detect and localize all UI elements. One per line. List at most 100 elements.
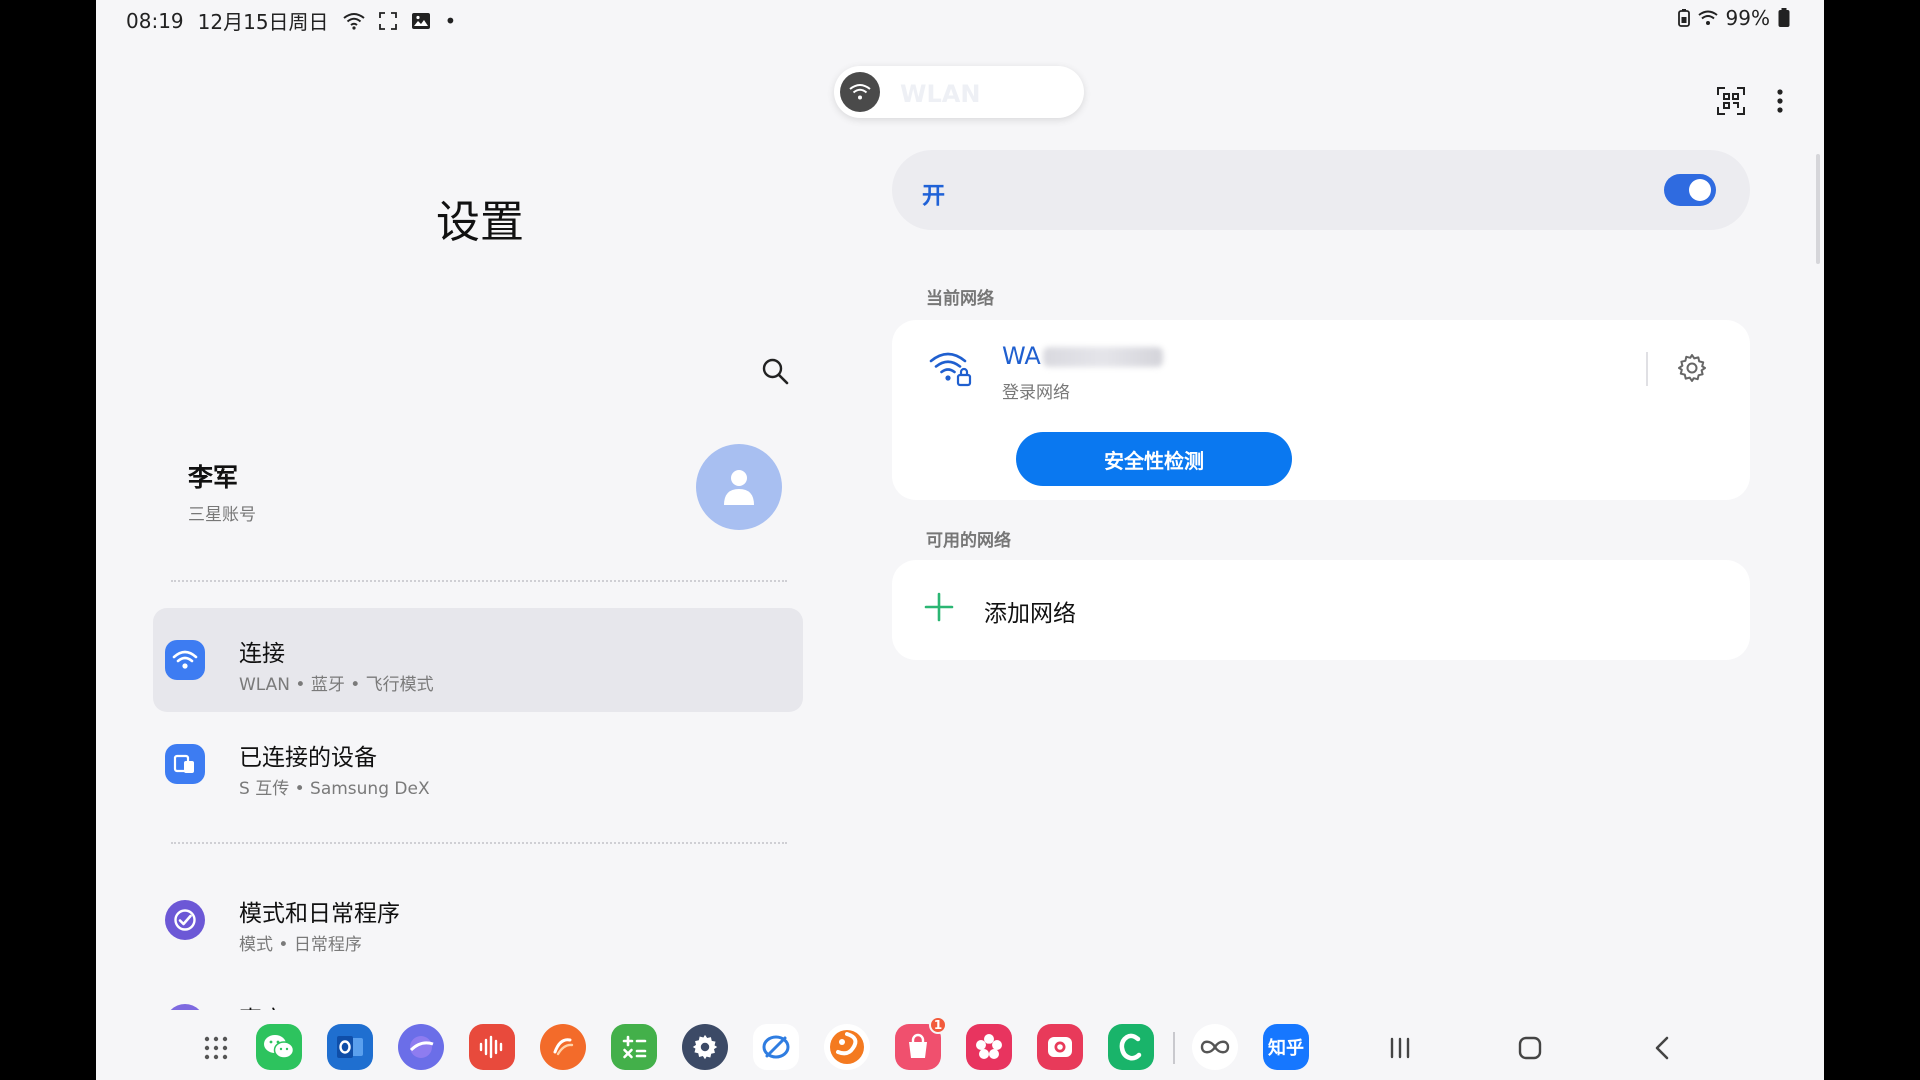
image-icon — [411, 12, 431, 30]
search-icon — [762, 358, 789, 385]
menu-item-title: 模式和日常程序 — [239, 901, 400, 927]
network-settings-button[interactable] — [1676, 352, 1708, 388]
home-icon — [1518, 1036, 1542, 1060]
network-name-redacted — [1042, 347, 1163, 367]
menu-item-modes-routines[interactable]: 模式和日常程序 模式 • 日常程序 — [153, 868, 803, 972]
taskbar: 1 知乎 — [96, 1010, 1824, 1080]
avatar[interactable] — [696, 444, 782, 530]
modes-check-icon — [165, 900, 205, 940]
connected-devices-icon — [165, 744, 205, 784]
camera-icon — [1048, 1037, 1072, 1057]
wifi-lock-icon — [928, 348, 972, 392]
gear-icon — [1678, 354, 1706, 382]
infinity-app[interactable] — [1192, 1024, 1238, 1070]
menu-item-subtitle: S 互传 • Samsung DeX — [239, 779, 430, 799]
status-bar: 08:19 12月15日周日 • 99% — [96, 0, 1824, 36]
zhihu-app[interactable]: 知乎 — [1263, 1024, 1309, 1070]
wlan-title-chip: WLAN — [834, 66, 1084, 118]
notification-badge: 1 — [929, 1016, 947, 1034]
current-network-label: 当前网络 — [926, 289, 994, 309]
green-c-app[interactable] — [1108, 1024, 1154, 1070]
orange-app-icon — [553, 1038, 574, 1056]
c-app-icon — [1119, 1033, 1142, 1061]
back-button[interactable] — [1642, 1028, 1682, 1068]
top-actions — [1716, 86, 1784, 120]
search-button[interactable] — [758, 354, 792, 388]
zhihu-icon: 知乎 — [1268, 1038, 1304, 1059]
wlan-toggle[interactable] — [1664, 174, 1716, 206]
menu-item-connected-devices[interactable]: 已连接的设备 S 互传 • Samsung DeX — [153, 712, 803, 816]
available-networks-label: 可用的网络 — [926, 531, 1011, 551]
menu-item-sound[interactable]: 声音 — [153, 996, 803, 1010]
store-bag-icon — [909, 1033, 927, 1058]
menu-item-subtitle: 模式 • 日常程序 — [239, 935, 362, 955]
add-network-button[interactable]: 添加网络 — [892, 560, 1750, 660]
settings-app[interactable] — [682, 1024, 728, 1070]
ring-app-icon — [762, 1035, 790, 1059]
status-time: 08:19 — [126, 8, 184, 33]
wifi-icon — [840, 72, 880, 112]
battery-icon — [1778, 8, 1790, 28]
wlan-chip-label: WLAN — [900, 80, 981, 108]
dock-divider — [1173, 1032, 1175, 1064]
wifi-question-icon — [342, 12, 365, 30]
divider — [171, 580, 787, 582]
gallery-app[interactable] — [966, 1024, 1012, 1070]
account-subtitle: 三星账号 — [188, 505, 256, 525]
wechat-app[interactable] — [256, 1024, 302, 1070]
calculator-app[interactable] — [611, 1024, 657, 1070]
menu-item-title: 连接 — [239, 641, 285, 667]
recorder-icon — [479, 1035, 503, 1059]
account-name: 李军 — [188, 463, 239, 492]
scrollbar[interactable] — [1816, 154, 1820, 264]
settings-gear-icon — [692, 1034, 718, 1060]
recents-icon — [1390, 1037, 1410, 1059]
person-icon — [724, 470, 754, 505]
menu-item-connections[interactable]: 连接 WLAN • 蓝牙 • 飞行模式 — [153, 608, 803, 712]
back-chevron-icon — [1655, 1036, 1669, 1060]
current-network-name[interactable]: WA — [1002, 342, 1163, 370]
qr-scan-icon — [1717, 87, 1745, 115]
home-button[interactable] — [1510, 1028, 1550, 1068]
infinity-icon — [1200, 1040, 1230, 1054]
galaxy-store-app[interactable]: 1 — [895, 1016, 947, 1070]
gallery-flower-icon — [976, 1034, 1002, 1059]
more-options-button[interactable] — [1776, 88, 1784, 118]
wifi-icon — [165, 640, 205, 680]
screen: 08:19 12月15日周日 • 99% 设置 李军 三星账号 连接 WLAN … — [96, 0, 1824, 1080]
status-dot: • — [444, 8, 457, 33]
status-date: 12月15日周日 — [197, 10, 329, 34]
browser-icon — [409, 1036, 434, 1058]
security-check-button[interactable]: 安全性检测 — [1016, 432, 1292, 486]
menu-item-title: 已连接的设备 — [239, 745, 377, 771]
battery-saver-icon — [1677, 9, 1690, 27]
more-vertical-icon — [1777, 89, 1783, 113]
plus-icon — [922, 590, 956, 628]
app-drawer-button[interactable] — [196, 1028, 236, 1068]
add-network-label: 添加网络 — [984, 601, 1076, 627]
menu-item-title: 声音 — [239, 1000, 285, 1010]
camera-app[interactable] — [1037, 1024, 1083, 1070]
network-name-visible: WA — [1002, 342, 1041, 370]
outlook-app[interactable] — [327, 1024, 373, 1070]
recent-apps-button[interactable] — [1380, 1028, 1420, 1068]
menu-item-subtitle: WLAN • 蓝牙 • 飞行模式 — [239, 675, 434, 695]
orange-app[interactable] — [540, 1024, 586, 1070]
internet-app[interactable] — [398, 1024, 444, 1070]
outlook-icon — [337, 1036, 363, 1058]
voice-recorder-app[interactable] — [469, 1024, 515, 1070]
screen-capture-icon — [378, 11, 397, 30]
blue-ring-app[interactable] — [753, 1024, 799, 1070]
wechat-icon — [264, 1035, 295, 1059]
current-network-card: WA 登录网络 安全性检测 — [892, 320, 1750, 500]
orange-swirl-app[interactable] — [824, 1024, 870, 1070]
page-title: 设置 — [436, 197, 524, 248]
wlan-switch-card[interactable]: 开 — [892, 150, 1750, 230]
battery-percent: 99% — [1725, 6, 1770, 30]
swirl-app-icon — [830, 1030, 864, 1064]
samsung-account[interactable]: 李军 三星账号 — [188, 440, 888, 550]
grid-icon — [204, 1036, 228, 1060]
qr-scan-button[interactable] — [1716, 86, 1746, 120]
wlan-switch-label: 开 — [922, 183, 945, 209]
divider — [171, 842, 787, 844]
